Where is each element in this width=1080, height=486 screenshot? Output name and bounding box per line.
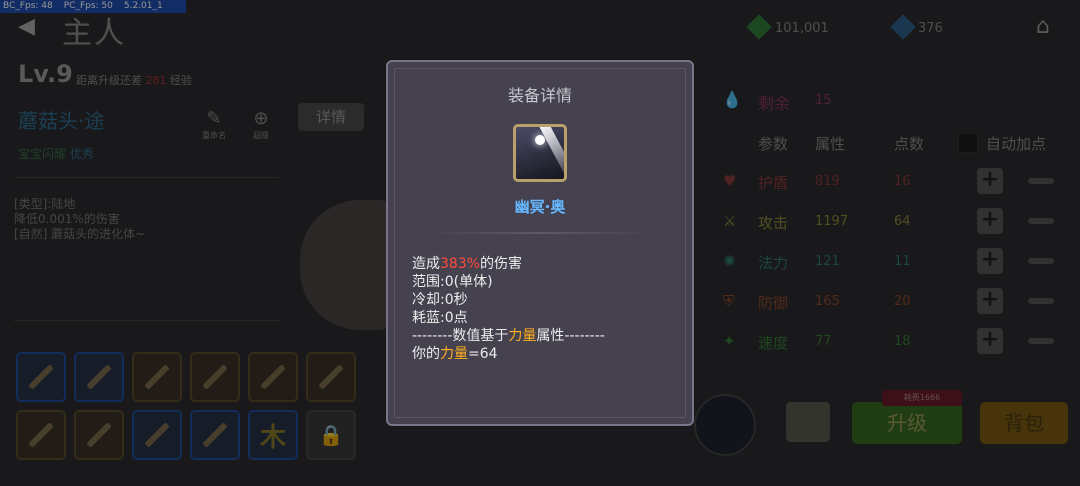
light-dot (535, 135, 545, 145)
equipment-icon (513, 124, 567, 182)
damage-suffix: 的伤害 (480, 256, 523, 272)
light-beam (538, 127, 564, 179)
basis-line: --------数值基于力量属性-------- (412, 327, 605, 345)
equipment-detail-modal: 装备详情 幽冥·奥 造成383%的伤害 范围:0(单体) 冷却:0秒 耗蓝:0点… (386, 60, 694, 426)
basis-suffix: 属性-------- (536, 328, 605, 344)
damage-prefix: 造成 (412, 256, 440, 272)
modal-frame (394, 68, 686, 418)
basis-prefix: --------数值基于 (412, 328, 509, 344)
cooldown-line: 冷却:0秒 (412, 292, 468, 308)
equipment-name: 幽冥·奥 (514, 198, 566, 216)
strength-value: =64 (468, 346, 498, 362)
modal-divider (428, 232, 652, 234)
strength-attr: 力量 (440, 346, 468, 362)
strength-prefix: 你的 (412, 346, 440, 362)
range-line: 范围:0(单体) (412, 274, 493, 290)
strength-line: 你的力量=64 (412, 345, 498, 363)
damage-percent: 383% (440, 256, 481, 272)
mana-cost-line: 耗蓝:0点 (412, 310, 468, 326)
basis-attr: 力量 (508, 328, 537, 344)
damage-line: 造成383%的伤害 (412, 255, 522, 273)
modal-title: 装备详情 (507, 86, 572, 105)
